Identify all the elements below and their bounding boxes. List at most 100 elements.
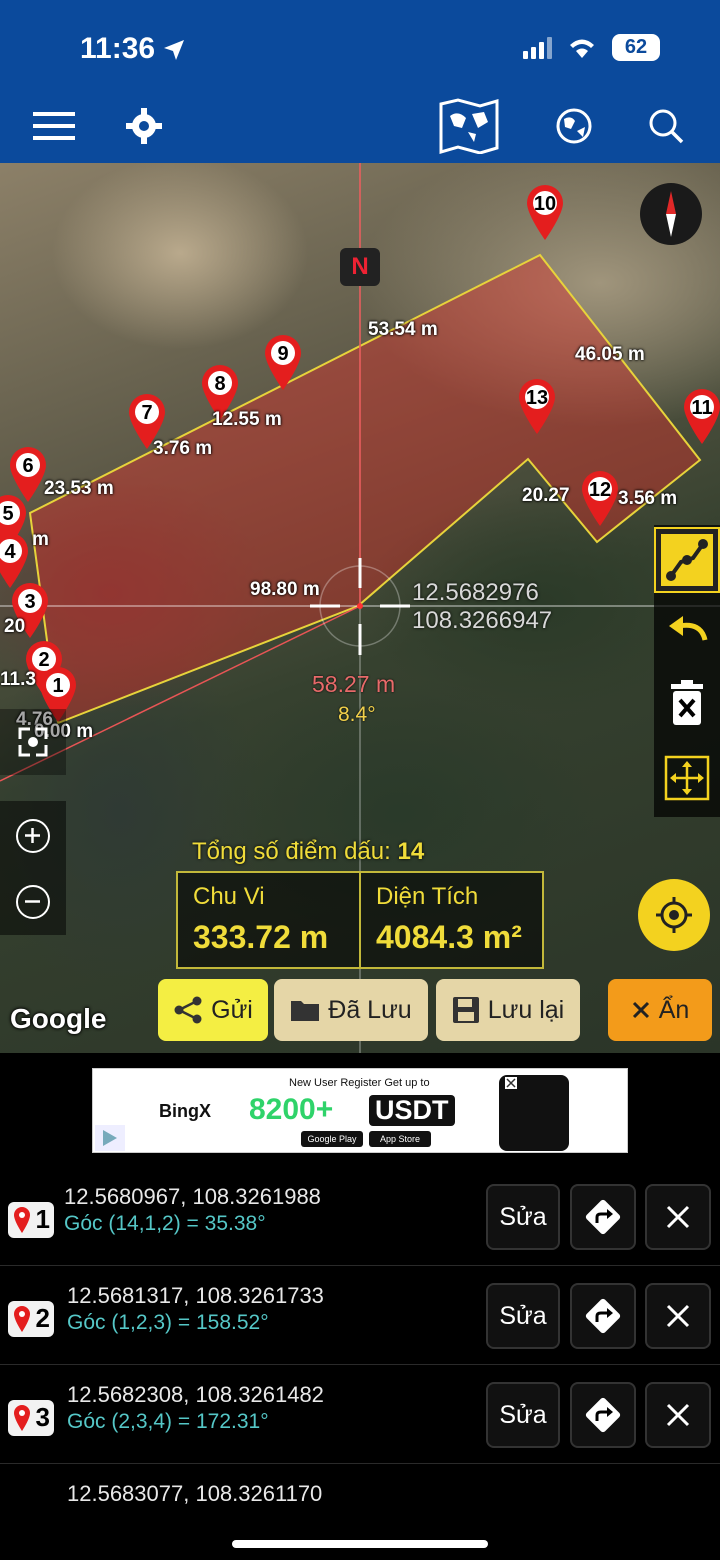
trash-icon [671,680,703,725]
battery-indicator: 62 [612,34,660,61]
map-pin[interactable]: 4 [0,533,30,589]
gear-icon [126,108,162,144]
point-badge: 2 [8,1301,54,1337]
close-icon [666,1403,690,1427]
navigate-button[interactable] [570,1184,636,1250]
delete-point-button[interactable] [645,1184,711,1250]
delete-button[interactable] [654,671,720,737]
globe-button[interactable] [552,96,596,156]
list-item: 1 12.5680967, 108.3261988 Góc (14,1,2) =… [0,1168,720,1266]
point-coordinates: 12.5683077, 108.3261170 [67,1481,323,1505]
focus-button[interactable] [0,709,66,775]
edit-button[interactable]: Sửa [486,1382,560,1448]
cellular-signal-icon [523,36,552,59]
search-icon [649,109,684,144]
floppy-disk-icon [452,997,479,1023]
marker-icon [14,1306,30,1332]
edit-button[interactable]: Sửa [486,1283,560,1349]
save-button[interactable]: Lưu lại [436,979,580,1041]
ad-amount: 8200+ [249,1093,334,1126]
north-marker: N [340,248,380,286]
directions-icon [585,1298,621,1334]
point-angle: Góc (2,3,4) = 172.31° [67,1410,269,1433]
compass-icon [666,191,676,237]
home-indicator [232,1540,488,1548]
send-button[interactable]: Gửi [158,979,268,1041]
side-toolbar [654,525,720,817]
segment-length: 20.27 [522,485,570,506]
center-distance-label: 98.80 m [250,579,320,600]
globe-icon [556,108,592,144]
map-type-button[interactable] [436,96,502,156]
ad-choices-icon [95,1125,125,1151]
my-location-button[interactable] [638,879,710,951]
map-pin[interactable]: 9 [263,335,303,391]
marker-icon [14,1405,30,1431]
zoom-out-button[interactable] [16,885,50,919]
crosshair-icon [656,897,692,933]
ad-close-icon[interactable] [505,1077,517,1089]
map-pin[interactable]: 11 [682,389,720,445]
close-icon [666,1304,690,1328]
point-angle: Góc (1,2,3) = 158.52° [67,1311,269,1334]
directions-icon [585,1199,621,1235]
google-play-badge: Google Play [301,1131,363,1147]
map-pin[interactable]: 12 [580,471,620,527]
focus-frame-icon [18,727,48,757]
map-pin[interactable]: 13 [517,379,557,435]
point-coordinates: 12.5681317, 108.3261733 [67,1283,324,1308]
area-stat: Diện Tích 4084.3 m² [359,873,542,967]
fit-bounds-button[interactable] [654,745,720,811]
delete-point-button[interactable] [645,1283,711,1349]
hide-button[interactable]: Ẩn [608,979,712,1041]
polyline-icon [661,534,713,586]
settings-button[interactable] [120,96,168,156]
segment-length: 11.3 [0,669,36,690]
center-distance: 58.27 m [312,671,396,697]
ad-banner[interactable]: New User Register Get up to BingX 8200+ … [92,1068,628,1153]
center-angle: 8.4° [338,703,376,726]
segment-length: m [32,529,49,550]
app-store-badge: App Store [369,1131,431,1147]
close-icon [632,1001,649,1019]
status-time: 11:36 [80,32,156,65]
stats-panel: Chu Vi 333.72 m Diện Tích 4084.3 m² [176,871,544,969]
point-coordinates: 12.5682308, 108.3261482 [67,1382,324,1407]
world-map-icon [439,98,499,154]
close-icon [666,1205,690,1229]
list-item: 3 12.5682308, 108.3261482 Góc (2,3,4) = … [0,1366,720,1464]
share-icon [174,996,202,1024]
menu-button[interactable] [28,96,80,156]
segment-length: 3.76 m [153,438,213,459]
compass-button[interactable] [640,183,702,245]
segment-length: 20 [4,616,26,637]
navigate-button[interactable] [570,1382,636,1448]
point-angle: Góc (14,1,2) = 35.38° [64,1212,266,1235]
segment-length: 53.54 m [368,319,438,340]
segment-length: 23.53 m [44,478,114,499]
undo-button[interactable] [654,597,720,663]
segment-length: 46.05 m [575,344,645,365]
saved-button[interactable]: Đã Lưu [274,979,428,1041]
center-coordinates: 12.5682976 108.3266947 [412,579,553,634]
perimeter-stat: Chu Vi 333.72 m [193,883,329,955]
menu-icon [33,112,75,140]
ad-brand: BingX [159,1101,211,1121]
directions-icon [585,1397,621,1433]
zoom-controls [0,801,66,935]
wifi-icon [570,39,594,58]
map-view[interactable]: N 10 9 8 7 6 5 4 3 2 1 13 11 12 53.54 m … [0,163,720,1053]
location-arrow-icon [164,40,184,60]
point-coordinates: 12.5680967, 108.3261988 [64,1184,321,1209]
delete-point-button[interactable] [645,1382,711,1448]
edit-button[interactable]: Sửa [486,1184,560,1250]
navigate-button[interactable] [570,1283,636,1349]
map-pin[interactable]: 10 [525,185,565,241]
zoom-in-button[interactable] [16,819,50,853]
point-badge: 3 [8,1400,54,1436]
draw-line-button[interactable] [654,527,720,593]
search-button[interactable] [644,96,688,156]
point-badge: 1 [8,1202,54,1238]
minus-icon [25,900,40,903]
marker-icon [14,1207,30,1233]
